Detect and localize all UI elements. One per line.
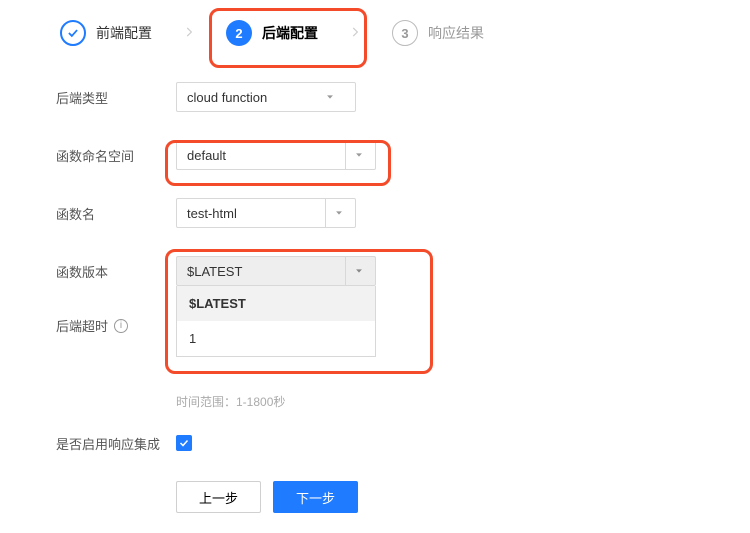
step-response[interactable]: 3 响应结果 <box>388 20 488 46</box>
namespace-label: 函数命名空间 <box>56 146 176 165</box>
backend-type-value: cloud function <box>187 90 267 105</box>
function-name-select[interactable]: test-html <box>176 198 356 228</box>
step-backend-label: 后端配置 <box>262 23 318 43</box>
function-name-label: 函数名 <box>56 204 176 223</box>
timeout-label: 后端超时 i <box>56 316 176 335</box>
chevron-down-icon <box>325 199 345 227</box>
function-version-label: 函数版本 <box>56 262 176 281</box>
function-version-dropdown: $LATEST 1 <box>176 286 376 357</box>
enable-integration-label: 是否启用响应集成 <box>56 434 176 453</box>
step-response-label: 响应结果 <box>428 23 484 43</box>
next-button[interactable]: 下一步 <box>273 481 358 513</box>
timeout-hint: 时间范围：1-1800秒 <box>176 393 694 410</box>
info-icon[interactable]: i <box>114 319 128 333</box>
chevron-down-icon <box>325 92 345 102</box>
namespace-value: default <box>187 148 226 163</box>
version-option-latest[interactable]: $LATEST <box>177 286 375 321</box>
chevron-right-icon <box>330 23 380 44</box>
function-version-value: $LATEST <box>187 264 242 279</box>
step-backend-number: 2 <box>226 20 252 46</box>
step-frontend[interactable]: 前端配置 <box>56 20 156 46</box>
version-option-1[interactable]: 1 <box>177 321 375 356</box>
steps-nav: 前端配置 2 后端配置 3 响应结果 <box>56 20 694 46</box>
chevron-down-icon <box>345 257 365 285</box>
backend-type-label: 后端类型 <box>56 88 176 107</box>
backend-type-select[interactable]: cloud function <box>176 82 356 112</box>
function-version-select[interactable]: $LATEST <box>176 256 376 286</box>
chevron-down-icon <box>345 141 365 169</box>
namespace-select[interactable]: default <box>176 140 376 170</box>
timeout-label-text: 后端超时 <box>56 316 108 335</box>
step-response-number: 3 <box>392 20 418 46</box>
function-name-value: test-html <box>187 206 237 221</box>
enable-integration-checkbox[interactable] <box>176 435 192 451</box>
step-frontend-label: 前端配置 <box>96 23 152 43</box>
check-icon <box>60 20 86 46</box>
prev-button[interactable]: 上一步 <box>176 481 261 513</box>
chevron-right-icon <box>164 23 214 44</box>
step-backend[interactable]: 2 后端配置 <box>222 20 322 46</box>
